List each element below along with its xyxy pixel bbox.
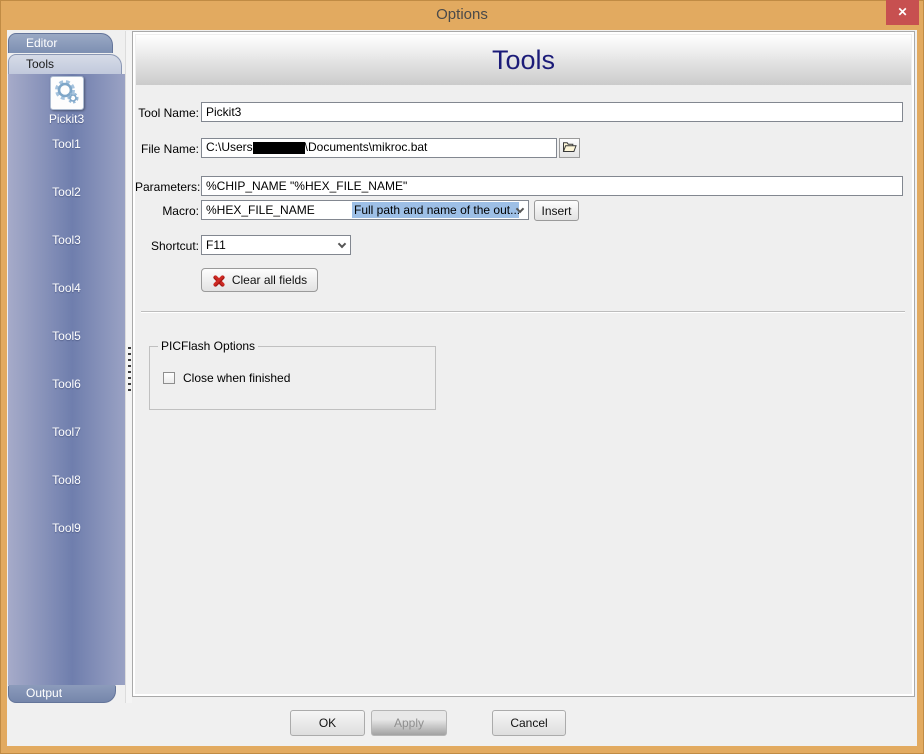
tab-output-label: Output [26,686,63,700]
apply-button[interactable]: Apply [371,710,447,736]
sidebar-item-tool3[interactable]: Tool3 [8,233,125,247]
dialog-client-area: Editor Tools Pickit3 Tool1 Tool2 Tool3 T… [7,30,917,746]
tool-name-label: Tool Name: [138,106,199,120]
tab-editor-label: Editor [26,36,58,50]
close-icon: ✕ [897,5,908,19]
close-button[interactable]: ✕ [886,0,919,25]
chevron-down-icon [333,236,350,254]
tab-editor[interactable]: Editor [8,33,113,53]
macro-label: Macro: [162,204,199,218]
redacted-username [252,141,305,154]
sidebar-item-tool1[interactable]: Tool1 [8,137,125,151]
file-name-label: File Name: [140,142,199,156]
tools-panel: Tools Tool Name: File Name: C:\Users \Doc… [132,31,915,697]
clear-all-fields-label: Clear all fields [231,273,308,287]
sidebar-item-tool5[interactable]: Tool5 [8,329,125,343]
parameters-input[interactable] [201,176,903,196]
picflash-options-title: PICFlash Options [158,339,259,353]
macro-combobox[interactable]: %HEX_FILE_NAME Full path and name of the… [201,200,529,220]
close-when-finished-checkbox[interactable] [163,372,175,384]
sidebar-item-tool8[interactable]: Tool8 [8,473,125,487]
file-path-suffix: \Documents\mikroc.bat [304,140,428,154]
page-title: Tools [136,35,911,85]
picflash-options-group: PICFlash Options Close when finished [149,339,436,410]
sidebar-item-pickit3-label: Pickit3 [48,112,85,126]
sidebar-item-tool2[interactable]: Tool2 [8,185,125,199]
titlebar[interactable]: Options ✕ [0,0,924,30]
tool-name-input[interactable] [201,102,903,122]
sidebar-item-tool4[interactable]: Tool4 [8,281,125,295]
close-when-finished-label: Close when finished [183,371,291,385]
sidebar-item-tool7[interactable]: Tool7 [8,425,125,439]
macro-value: %HEX_FILE_NAME [206,203,315,217]
ok-button[interactable]: OK [290,710,365,736]
sidebar-item-pickit3[interactable]: Pickit3 [8,76,125,126]
options-window: Options ✕ Editor Tools Pickit3 Tool1 Too… [0,0,924,754]
shortcut-value: F11 [206,238,226,252]
shortcut-label: Shortcut: [150,239,199,253]
cancel-button[interactable]: Cancel [492,710,566,736]
macro-description-highlight: Full path and name of the out... [352,202,519,218]
splitter[interactable] [125,31,132,703]
separator [141,311,905,313]
file-path-prefix: C:\Users [206,140,253,154]
browse-button[interactable] [559,138,580,158]
red-x-icon [212,274,226,287]
open-folder-icon [562,141,577,156]
grip-dots-icon [128,347,131,393]
insert-button[interactable]: Insert [534,200,579,221]
tab-tools-label: Tools [26,57,55,71]
sidebar: Pickit3 Tool1 Tool2 Tool3 Tool4 Tool5 To… [8,74,125,685]
gears-icon [49,76,84,110]
file-name-field[interactable]: C:\Users \Documents\mikroc.bat [201,138,557,158]
tab-output[interactable]: Output [8,685,116,703]
window-title: Options [436,6,488,23]
parameters-label: Parameters: [135,180,201,194]
tab-tools[interactable]: Tools [8,54,122,74]
clear-all-fields-button[interactable]: Clear all fields [201,268,318,292]
chevron-down-icon [511,201,528,219]
sidebar-item-tool9[interactable]: Tool9 [8,521,125,535]
sidebar-item-tool6[interactable]: Tool6 [8,377,125,391]
shortcut-combobox[interactable]: F11 [201,235,351,255]
